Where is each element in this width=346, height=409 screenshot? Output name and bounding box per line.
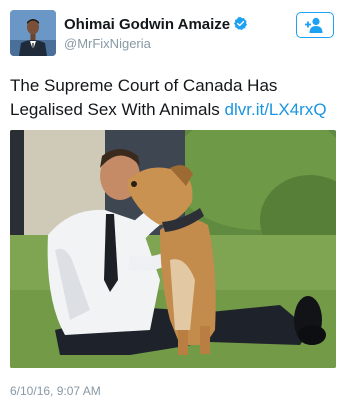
follow-person-plus-icon xyxy=(305,17,323,33)
author-block: Ohimai Godwin Amaize @MrFixNigeria xyxy=(64,16,248,51)
avatar-image xyxy=(10,10,56,56)
handle[interactable]: @MrFixNigeria xyxy=(64,36,248,51)
display-name-text[interactable]: Ohimai Godwin Amaize xyxy=(64,16,230,33)
tweet-card: Ohimai Godwin Amaize @MrFixNigeria The S… xyxy=(0,0,346,409)
tweet-header: Ohimai Godwin Amaize @MrFixNigeria xyxy=(10,10,336,62)
verified-badge-icon xyxy=(234,16,248,31)
follow-button[interactable] xyxy=(296,12,334,38)
tweet-media[interactable] xyxy=(10,130,336,368)
avatar[interactable] xyxy=(10,10,56,56)
display-name[interactable]: Ohimai Godwin Amaize xyxy=(64,16,248,33)
tweet-text: The Supreme Court of Canada Has Legalise… xyxy=(10,74,338,122)
tweet-photo xyxy=(10,130,336,368)
tweet-link[interactable]: dlvr.it/LX4rxQ xyxy=(225,100,327,119)
tweet-timestamp[interactable]: 6/10/16, 9:07 AM xyxy=(10,384,101,398)
